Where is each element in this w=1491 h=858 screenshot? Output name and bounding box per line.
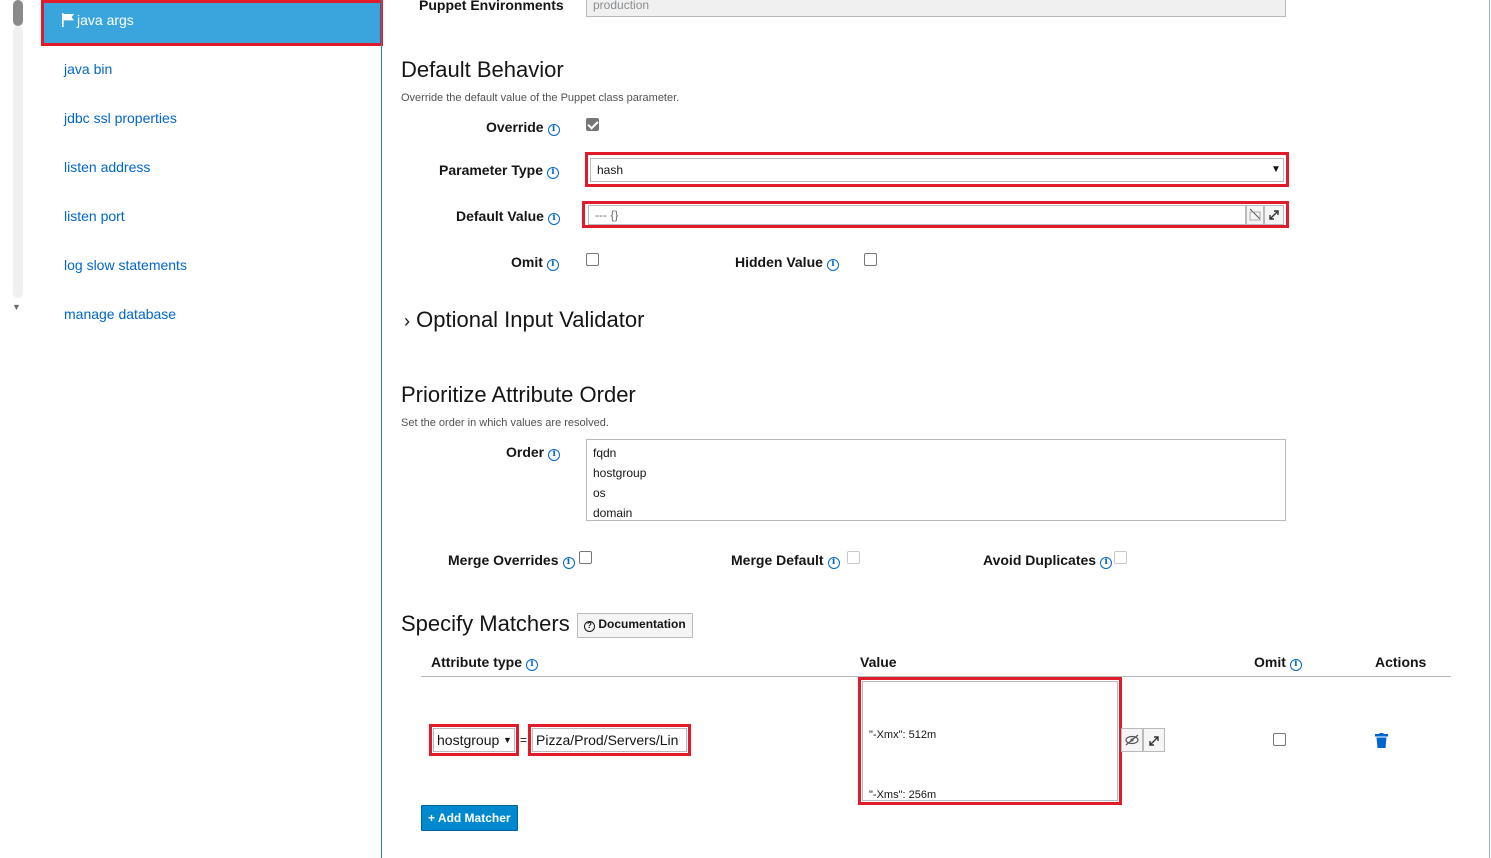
info-icon[interactable]: i xyxy=(548,449,561,461)
hide-value-button[interactable] xyxy=(1246,205,1264,225)
chevron-down-icon: ▼ xyxy=(1271,164,1281,175)
hide-value-button[interactable] xyxy=(1121,728,1143,752)
merge-default-checkbox xyxy=(847,551,860,564)
scrollbar-thumb[interactable] xyxy=(13,0,23,26)
environments-field: production xyxy=(586,0,1286,17)
info-icon[interactable]: i xyxy=(826,259,839,271)
col-value: Value xyxy=(860,654,897,670)
order-line: fqdn xyxy=(593,446,617,460)
order-line: domain xyxy=(593,506,633,520)
info-icon[interactable]: i xyxy=(827,557,840,569)
sidebar-item-label: java args xyxy=(77,12,134,28)
add-matcher-button[interactable]: + Add Matcher xyxy=(421,805,518,831)
avoid-duplicates-label: Avoid Duplicates i xyxy=(983,552,1113,569)
default-value-field[interactable]: --- {} xyxy=(588,205,1246,225)
sidebar-item[interactable]: listen port xyxy=(64,208,125,224)
sidebar-item[interactable]: manage database xyxy=(64,306,176,322)
expand-button[interactable] xyxy=(1264,205,1284,225)
info-icon[interactable]: i xyxy=(547,124,560,136)
scrollbar-track[interactable] xyxy=(13,26,23,298)
matcher-value-input[interactable]: Pizza/Prod/Servers/Lin xyxy=(532,728,687,752)
sidebar-item[interactable]: log slow statements xyxy=(64,257,187,273)
merge-overrides-checkbox[interactable] xyxy=(579,551,592,564)
override-label: Override i xyxy=(486,119,560,136)
chevron-right-icon: › xyxy=(404,311,410,331)
environments-label: Puppet Environments xyxy=(419,0,564,13)
value-line: "-Xmx": 512m xyxy=(869,729,937,741)
info-icon[interactable]: i xyxy=(1100,557,1113,569)
chevron-down-icon: ▼ xyxy=(503,735,512,745)
col-actions: Actions xyxy=(1375,654,1427,670)
sidebar-divider xyxy=(381,0,382,858)
col-omit: Omit i xyxy=(1254,654,1302,671)
override-checkbox[interactable] xyxy=(586,118,599,131)
expand-icon xyxy=(1149,736,1159,746)
info-icon[interactable]: i xyxy=(546,259,559,271)
sidebar-item[interactable]: jdbc ssl properties xyxy=(64,110,177,126)
merge-default-label: Merge Default i xyxy=(731,552,840,569)
order-heading: Prioritize Attribute Order xyxy=(401,382,636,407)
order-line: hostgroup xyxy=(593,466,647,480)
parameter-type-select[interactable]: hash xyxy=(590,158,1284,182)
info-icon[interactable]: i xyxy=(1289,659,1302,671)
order-label: Order i xyxy=(506,444,561,461)
value-line: "-Xms": 256m xyxy=(869,789,937,801)
avoid-duplicates-checkbox xyxy=(1114,551,1127,564)
eye-slash-icon xyxy=(1125,734,1139,746)
omit-label: Omit i xyxy=(511,254,559,271)
hidden-value-label: Hidden Value i xyxy=(735,254,839,271)
matcher-omit-checkbox[interactable] xyxy=(1273,733,1286,746)
order-textarea[interactable]: fqdn hostgroup os domain xyxy=(586,439,1286,521)
col-attribute-type: Attribute type i xyxy=(431,654,538,671)
matcher-value-textarea[interactable]: "-Xmx": 512m "-Xms": 256m xyxy=(862,681,1118,801)
validator-toggle[interactable]: › Optional Input Validator xyxy=(404,307,644,333)
info-icon[interactable]: i xyxy=(547,213,560,225)
default-behavior-heading: Default Behavior xyxy=(401,57,564,82)
omit-checkbox[interactable] xyxy=(586,253,599,266)
default-behavior-help: Override the default value of the Puppet… xyxy=(401,92,680,104)
hidden-value-checkbox[interactable] xyxy=(864,253,877,266)
eye-slash-icon xyxy=(1249,208,1261,221)
trash-icon[interactable] xyxy=(1375,733,1388,748)
scroll-down-arrow-icon[interactable]: ▼ xyxy=(12,302,21,312)
expand-icon xyxy=(1269,210,1279,220)
merge-overrides-label: Merge Overrides i xyxy=(448,552,575,569)
info-icon[interactable]: i xyxy=(547,167,560,179)
sidebar-item-active[interactable]: java args xyxy=(42,0,382,44)
info-icon[interactable]: i xyxy=(562,557,575,569)
panel-border xyxy=(1489,0,1490,858)
equals-sign: = xyxy=(520,733,528,747)
expand-button[interactable] xyxy=(1143,728,1165,752)
matchers-heading: Specify Matchers xyxy=(401,611,570,636)
order-help: Set the order in which values are resolv… xyxy=(401,417,609,429)
info-icon[interactable]: i xyxy=(526,659,538,671)
sidebar-item[interactable]: listen address xyxy=(64,159,150,175)
question-circle-icon: ? xyxy=(584,621,595,632)
default-value-label: Default Value i xyxy=(456,208,560,225)
flag-icon xyxy=(62,13,74,27)
table-header-divider xyxy=(421,676,1451,677)
parameter-type-label: Parameter Type i xyxy=(439,162,560,179)
sidebar-item[interactable]: java bin xyxy=(64,61,112,77)
sidebar: java args java bin jdbc ssl properties l… xyxy=(42,0,382,340)
documentation-button[interactable]: ? Documentation xyxy=(577,613,693,638)
order-line: os xyxy=(593,486,606,500)
